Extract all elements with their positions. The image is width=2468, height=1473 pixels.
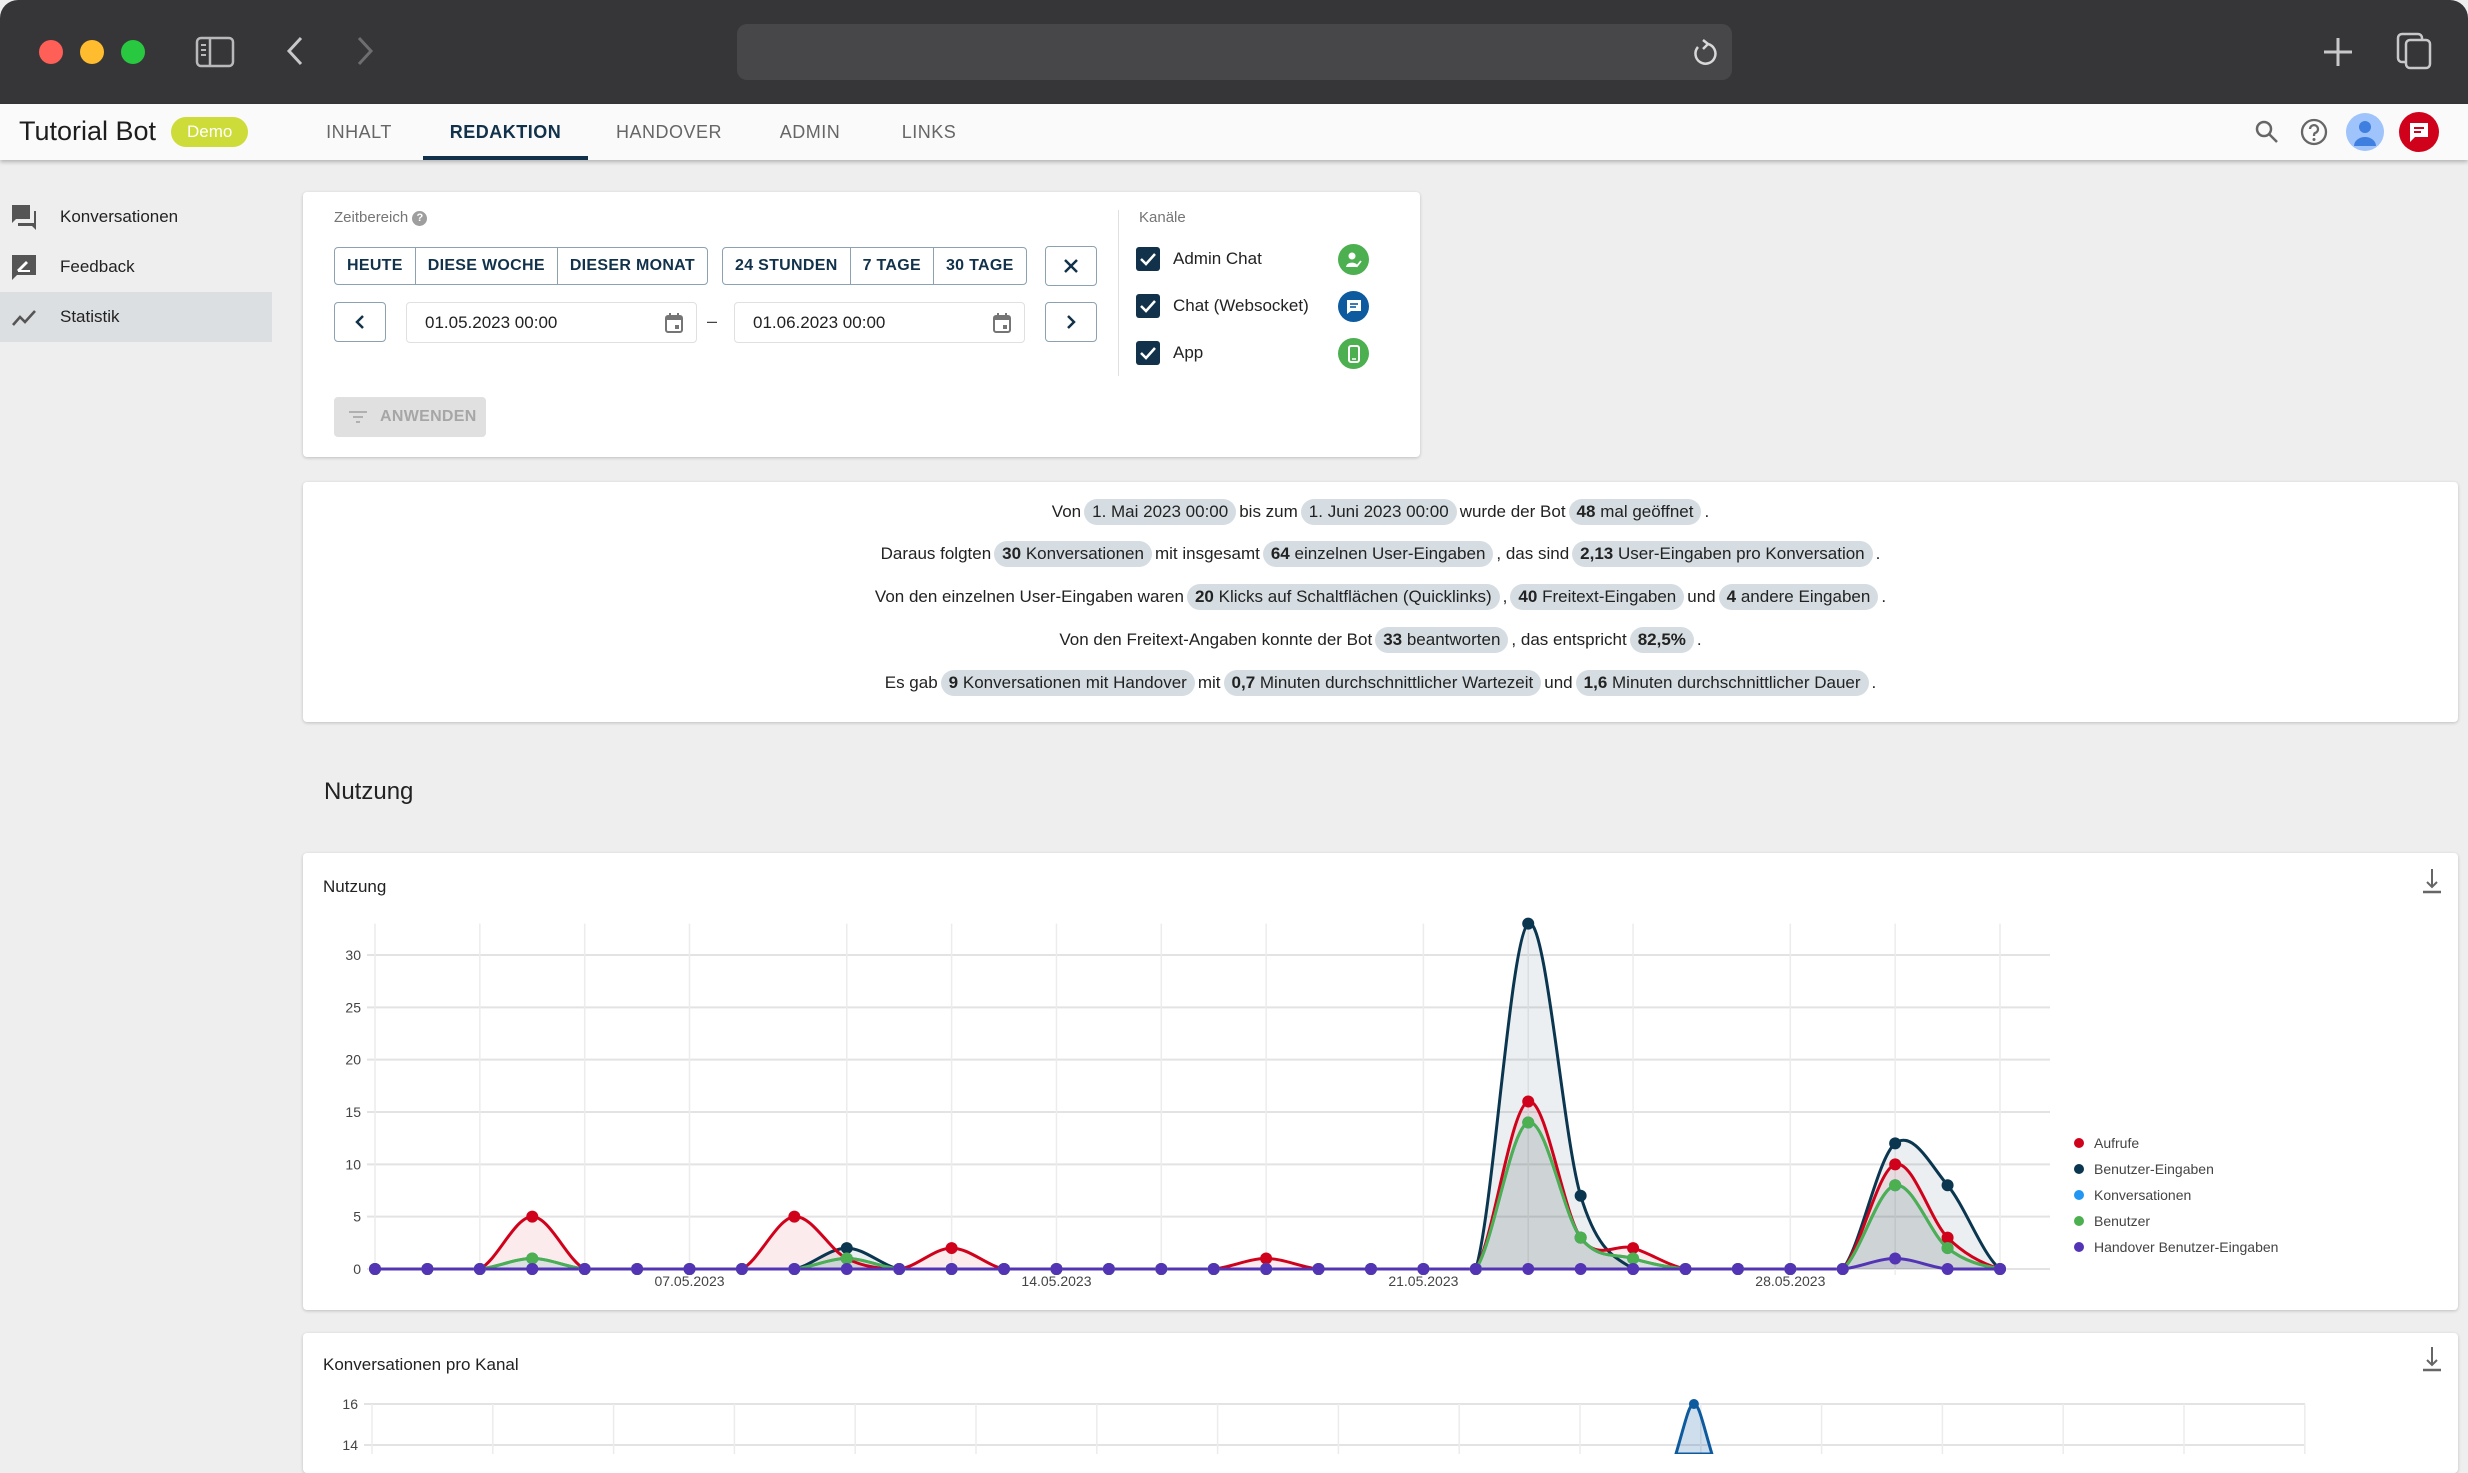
data-point-benutzer-eingaben[interactable]: [840, 1242, 853, 1255]
series-line-konversationen: [375, 1120, 2001, 1271]
legend-marker[interactable]: [2074, 1164, 2084, 1174]
legend-label[interactable]: Aufrufe: [2094, 1135, 2139, 1151]
x-tick-label: 07.05.2023: [654, 1273, 724, 1289]
data-point-handover-benutzer-eingaben[interactable]: [735, 1263, 748, 1275]
data-point-handover-benutzer-eingaben[interactable]: [369, 1263, 381, 1275]
y-tick-label: 0: [353, 1261, 361, 1277]
data-point-aufrufe[interactable]: [1889, 1158, 1902, 1171]
data-point-benutzer-eingaben[interactable]: [1574, 1189, 1587, 1202]
data-point-handover-benutzer-eingaben[interactable]: [1260, 1263, 1273, 1275]
data-point-aufrufe[interactable]: [1260, 1252, 1273, 1265]
data-point-benutzer[interactable]: [840, 1252, 853, 1265]
data-point-handover-benutzer-eingaben[interactable]: [1102, 1263, 1115, 1275]
data-point-handover-benutzer-eingaben[interactable]: [421, 1263, 434, 1275]
data-point-handover-benutzer-eingaben[interactable]: [631, 1263, 644, 1275]
data-point-benutzer[interactable]: [1627, 1252, 1640, 1265]
data-point-benutzer[interactable]: [526, 1252, 539, 1265]
channel-chart-card: Konversationen pro Kanal: [303, 1333, 2458, 1473]
y-tick-label: 15: [345, 1104, 361, 1120]
data-point-handover-benutzer-eingaben[interactable]: [1574, 1263, 1587, 1275]
data-point-handover-benutzer-eingaben[interactable]: [1836, 1263, 1849, 1275]
data-point-aufrufe[interactable]: [945, 1242, 958, 1255]
download-icon[interactable]: [2420, 1345, 2444, 1373]
data-point-handover-benutzer-eingaben[interactable]: [945, 1263, 958, 1275]
data-point-handover-benutzer-eingaben[interactable]: [1522, 1263, 1535, 1275]
series-line-handover-benutzer-eingaben: [375, 1257, 2000, 1271]
y-tick-label: 5: [353, 1209, 361, 1225]
legend-marker[interactable]: [2074, 1138, 2084, 1148]
tab-handover[interactable]: HANDOVER: [612, 104, 726, 160]
demo-badge: Demo: [171, 117, 249, 147]
data-point-aufrufe[interactable]: [1627, 1242, 1640, 1255]
data-point-aufrufe[interactable]: [1522, 1095, 1535, 1108]
x-tick-label: 21.05.2023: [1388, 1273, 1458, 1289]
x-tick-label: 14.05.2023: [1021, 1273, 1091, 1289]
chart-title: Konversationen pro Kanal: [323, 1355, 519, 1374]
y-tick-label: 30: [345, 947, 361, 963]
app-header: Tutorial Bot Demo INHALT REDAKTION HANDO…: [0, 104, 2468, 160]
data-point-handover-benutzer-eingaben[interactable]: [1941, 1263, 1954, 1275]
data-point-benutzer[interactable]: [1522, 1116, 1535, 1129]
data-point-handover-benutzer-eingaben[interactable]: [1627, 1263, 1640, 1275]
tab-admin[interactable]: ADMIN: [772, 104, 848, 160]
data-point-aufrufe[interactable]: [788, 1210, 801, 1223]
tab-links[interactable]: LINKS: [896, 104, 962, 160]
series-area-aufrufe: [375, 1101, 2000, 1269]
legend-marker[interactable]: [2074, 1216, 2084, 1226]
search-icon[interactable]: [2249, 114, 2285, 150]
series-line-benutzer: [375, 1120, 2001, 1271]
series-area-benutzer: [375, 1122, 2000, 1269]
data-point-aufrufe[interactable]: [526, 1210, 539, 1223]
legend-label[interactable]: Benutzer: [2094, 1213, 2150, 1229]
data-point-handover-benutzer-eingaben[interactable]: [998, 1263, 1011, 1275]
legend-label[interactable]: Handover Benutzer-Eingaben: [2094, 1239, 2278, 1255]
data-point-benutzer-eingaben[interactable]: [1889, 1137, 1902, 1150]
data-point-handover-benutzer-eingaben[interactable]: [1155, 1263, 1168, 1275]
data-point-benutzer[interactable]: [1889, 1179, 1902, 1192]
data-point-benutzer-eingaben[interactable]: [1522, 917, 1535, 930]
legend-marker[interactable]: [2074, 1242, 2084, 1252]
data-point-handover-benutzer-eingaben[interactable]: [1312, 1263, 1325, 1275]
series-area-konversationen: [375, 1122, 2000, 1269]
user-avatar-icon[interactable]: [2346, 113, 2384, 151]
help-icon[interactable]: [2296, 114, 2332, 150]
app-title: Tutorial Bot: [19, 116, 157, 146]
data-point-benutzer[interactable]: [1941, 1242, 1954, 1255]
data-point-handover-benutzer-eingaben[interactable]: [1364, 1263, 1377, 1275]
data-point-benutzer[interactable]: [1574, 1231, 1587, 1244]
series-area-handover-benutzer-eingaben: [375, 1258, 2000, 1269]
legend-marker[interactable]: [2074, 1190, 2084, 1200]
data-point-handover-benutzer-eingaben[interactable]: [788, 1263, 801, 1275]
data-point-handover-benutzer-eingaben[interactable]: [526, 1263, 539, 1275]
y-tick-label: 20: [345, 1052, 361, 1068]
data-point-handover-benutzer-eingaben[interactable]: [1731, 1263, 1744, 1275]
tab-inhalt[interactable]: INHALT: [320, 104, 398, 160]
legend-label[interactable]: Konversationen: [2094, 1187, 2191, 1203]
tab-redaktion[interactable]: REDAKTION: [423, 104, 588, 160]
chat-bubble-icon[interactable]: [2399, 112, 2439, 152]
data-point-aufrufe[interactable]: [1941, 1231, 1954, 1244]
y-tick-label: 10: [345, 1156, 361, 1172]
data-point-handover-benutzer-eingaben[interactable]: [1469, 1263, 1482, 1275]
data-point-handover-benutzer-eingaben[interactable]: [1207, 1263, 1220, 1275]
data-point-benutzer-eingaben[interactable]: [1941, 1179, 1954, 1192]
data-point-handover-benutzer-eingaben[interactable]: [840, 1263, 853, 1275]
x-tick-label: 28.05.2023: [1755, 1273, 1825, 1289]
data-point-handover-benutzer-eingaben[interactable]: [578, 1263, 591, 1275]
data-point-handover-benutzer-eingaben[interactable]: [893, 1263, 906, 1275]
legend-label[interactable]: Benutzer-Eingaben: [2094, 1161, 2214, 1177]
data-point-handover-benutzer-eingaben[interactable]: [1994, 1263, 2006, 1275]
data-point-handover-benutzer-eingaben[interactable]: [473, 1263, 486, 1275]
series-line-aufrufe: [375, 1100, 2001, 1271]
data-point-handover-benutzer-eingaben[interactable]: [1679, 1263, 1692, 1275]
y-tick-label: 25: [345, 999, 361, 1015]
usage-chart: 0 5 10 15 20 25 30 07.05.2023 14.05.2023 21.05.2…: [345, 917, 2278, 1289]
data-point-handover-benutzer-eingaben[interactable]: [1889, 1252, 1902, 1265]
